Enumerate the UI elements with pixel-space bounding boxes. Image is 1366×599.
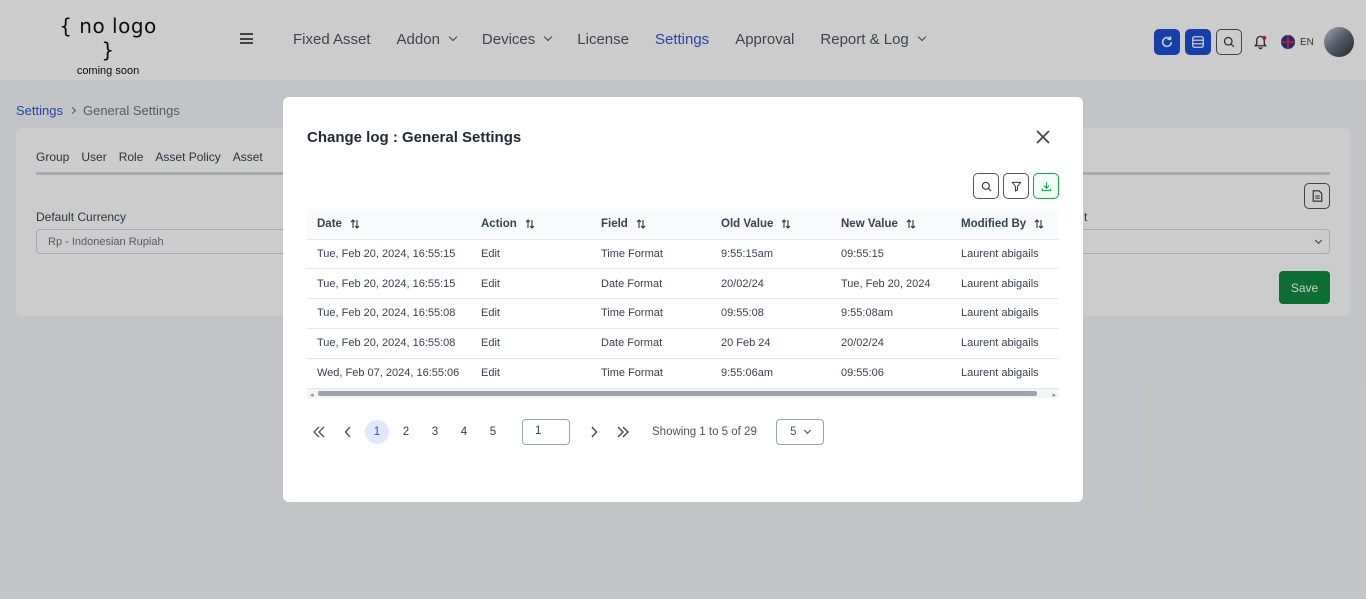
first-page-button[interactable] — [307, 420, 331, 444]
cell-old-value: 9:55:15am — [711, 238, 831, 269]
table-row: Tue, Feb 20, 2024, 16:55:15 Edit Time Fo… — [307, 238, 1059, 269]
column-header-modified-by[interactable]: Modified By — [951, 209, 1059, 239]
cell-action: Edit — [471, 298, 591, 329]
cell-field: Time Format — [591, 357, 711, 388]
cell-field: Time Format — [591, 238, 711, 269]
cell-action: Edit — [471, 357, 591, 388]
page-size-value: 5 — [790, 426, 797, 438]
sort-icon — [906, 218, 916, 229]
header-label: New Value — [841, 217, 898, 230]
download-icon — [1041, 181, 1051, 191]
cell-old-value: 9:55:06am — [711, 357, 831, 388]
page-button-5[interactable]: 5 — [481, 420, 505, 444]
cell-old-value: 20 Feb 24 — [711, 327, 831, 359]
cell-modified-by: Laurent abigails — [951, 298, 1059, 329]
export-button[interactable] — [1033, 173, 1059, 199]
cell-old-value: 09:55:08 — [711, 298, 831, 329]
cell-new-value: 09:55:15 — [831, 238, 951, 269]
modal-title: Change log : General Settings — [307, 129, 522, 146]
change-log-table: Date Action Field Old Value New Value Mo… — [307, 209, 1059, 399]
header-label: Action — [481, 217, 517, 230]
prev-page-button[interactable] — [336, 420, 360, 444]
cell-modified-by: Laurent abigails — [951, 357, 1059, 388]
chevron-left-icon — [344, 426, 351, 438]
cell-action: Edit — [471, 268, 591, 299]
pagination-info: Showing 1 to 5 of 29 — [652, 426, 757, 438]
cell-old-value: 20/02/24 — [711, 268, 831, 299]
filter-button[interactable] — [1003, 173, 1029, 199]
column-header-action[interactable]: Action — [471, 209, 591, 239]
cell-action: Edit — [471, 327, 591, 359]
chevrons-left-icon — [313, 426, 325, 438]
close-icon — [1036, 130, 1050, 144]
search-button[interactable] — [973, 173, 999, 199]
cell-date: Tue, Feb 20, 2024, 16:55:15 — [307, 238, 471, 269]
last-page-button[interactable] — [611, 420, 635, 444]
sort-icon — [782, 218, 791, 229]
table-row: Wed, Feb 07, 2024, 16:55:06 Edit Time Fo… — [307, 357, 1059, 388]
cell-modified-by: Laurent abigails — [951, 238, 1059, 269]
cell-date: Wed, Feb 07, 2024, 16:55:06 — [307, 357, 471, 388]
table-row: Tue, Feb 20, 2024, 16:55:15 Edit Date Fo… — [307, 268, 1059, 299]
header-label: Field — [601, 217, 628, 230]
table-header-row: Date Action Field Old Value New Value Mo… — [307, 209, 1059, 239]
page-size-select[interactable]: 5 — [775, 419, 824, 445]
sort-icon — [636, 218, 646, 229]
table-row: Tue, Feb 20, 2024, 16:55:08 Edit Date Fo… — [307, 327, 1059, 359]
next-page-button[interactable] — [582, 420, 606, 444]
column-header-date[interactable]: Date — [307, 209, 471, 239]
cell-new-value: 20/02/24 — [831, 327, 951, 359]
close-button[interactable] — [1033, 127, 1053, 147]
search-icon — [981, 181, 991, 191]
goto-page-input[interactable]: 1 — [522, 419, 570, 445]
column-header-field[interactable]: Field — [591, 209, 711, 239]
page-button-1[interactable]: 1 — [365, 420, 389, 444]
header-label: Modified By — [961, 217, 1027, 230]
header-label: Date — [317, 217, 342, 230]
scrollbar-thumb[interactable] — [318, 391, 1037, 396]
horizontal-scrollbar[interactable]: ◂ ▸ — [307, 388, 1059, 399]
pagination: 1 2 3 4 5 1 Showing 1 to 5 of 29 5 — [307, 419, 824, 445]
change-log-modal: Change log : General Settings Date Actio… — [283, 97, 1083, 502]
cell-field: Date Format — [591, 268, 711, 299]
cell-new-value: Tue, Feb 20, 2024 — [831, 268, 951, 299]
sort-icon — [525, 218, 535, 229]
column-header-new-value[interactable]: New Value — [831, 209, 951, 239]
page-button-2[interactable]: 2 — [394, 420, 418, 444]
cell-new-value: 09:55:06 — [831, 357, 951, 388]
table-row: Tue, Feb 20, 2024, 16:55:08 Edit Time Fo… — [307, 298, 1059, 329]
page-button-4[interactable]: 4 — [452, 420, 476, 444]
page-button-3[interactable]: 3 — [423, 420, 447, 444]
cell-date: Tue, Feb 20, 2024, 16:55:15 — [307, 268, 471, 299]
cell-action: Edit — [471, 238, 591, 269]
scroll-left-icon[interactable]: ◂ — [310, 391, 314, 399]
cell-date: Tue, Feb 20, 2024, 16:55:08 — [307, 298, 471, 329]
sort-icon — [1034, 218, 1044, 229]
cell-modified-by: Laurent abigails — [951, 268, 1059, 299]
table-toolbar — [973, 173, 1063, 199]
column-header-old-value[interactable]: Old Value — [711, 209, 831, 239]
cell-field: Time Format — [591, 298, 711, 329]
chevron-down-icon — [803, 426, 811, 434]
chevron-right-icon — [591, 426, 598, 438]
header-label: Old Value — [721, 217, 774, 230]
chevrons-right-icon — [617, 426, 629, 438]
cell-date: Tue, Feb 20, 2024, 16:55:08 — [307, 327, 471, 359]
cell-field: Date Format — [591, 327, 711, 359]
cell-new-value: 9:55:08am — [831, 298, 951, 329]
filter-icon — [1010, 181, 1022, 192]
cell-modified-by: Laurent abigails — [951, 327, 1059, 359]
scroll-right-icon[interactable]: ▸ — [1052, 391, 1056, 399]
sort-icon — [350, 218, 360, 229]
